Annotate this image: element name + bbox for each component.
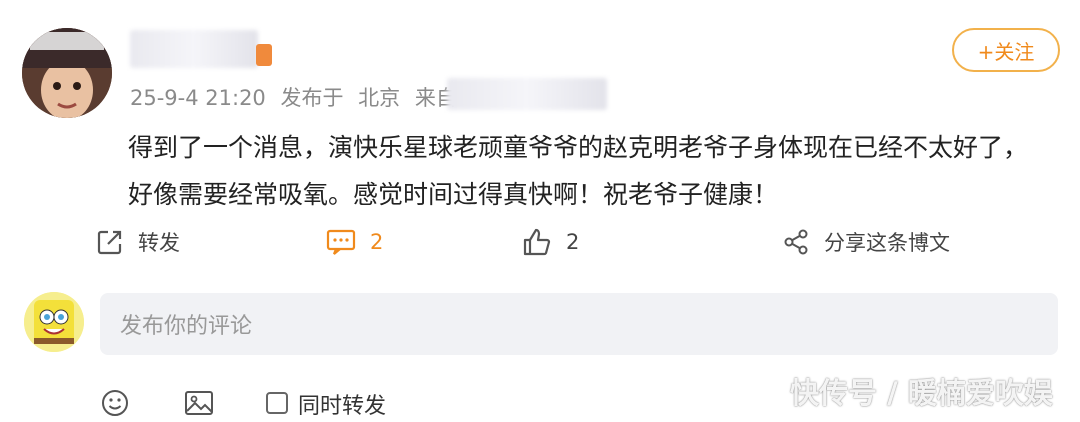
share-icon — [784, 229, 808, 255]
comment-icon — [326, 229, 356, 255]
follow-button[interactable]: +关注 — [952, 28, 1060, 72]
current-user-avatar — [24, 292, 84, 352]
author-avatar[interactable] — [22, 28, 112, 118]
post-line-1: 得到了一个消息，演快乐星球老顽童爷爷的赵克明老爷子身体现在已经不太好了， — [128, 133, 1029, 162]
comment-input[interactable]: 发布你的评论 — [100, 293, 1058, 355]
post-location: 北京 — [358, 86, 401, 110]
user-badge-icon — [256, 44, 272, 66]
source-device-blurred — [447, 78, 607, 110]
like-button[interactable]: 2 — [522, 226, 579, 258]
post-line-2: 好像需要经常吸氧。感觉时间过得真快啊！祝老爷子健康！ — [128, 180, 779, 209]
repost-icon — [97, 230, 122, 255]
watermark: 快传号 / 暖楠爱吹娱 — [790, 376, 1053, 410]
author-name-blurred[interactable] — [130, 30, 258, 68]
post-timestamp: 25-9-4 21:20 — [130, 86, 266, 110]
like-count: 2 — [566, 230, 580, 254]
comment-count: 2 — [370, 230, 384, 254]
share-label: 分享这条博文 — [824, 231, 950, 255]
repost-button[interactable]: 转发 — [96, 226, 180, 258]
repost-label: 转发 — [138, 231, 180, 255]
emoji-icon[interactable] — [100, 388, 130, 422]
like-icon — [523, 228, 551, 256]
published-label: 发布于 — [280, 86, 344, 110]
image-icon[interactable] — [183, 388, 215, 422]
repost-also-checkbox[interactable] — [266, 392, 288, 414]
post-meta: 25-9-4 21:20 发布于 北京 来自 — [130, 82, 465, 112]
post-content: 得到了一个消息，演快乐星球老顽童爷爷的赵克明老爷子身体现在已经不太好了， 好像需… — [128, 124, 1058, 218]
repost-also-label: 同时转发 — [298, 394, 387, 419]
comment-button[interactable]: 2 — [326, 226, 383, 258]
share-button[interactable]: 分享这条博文 — [782, 226, 950, 258]
